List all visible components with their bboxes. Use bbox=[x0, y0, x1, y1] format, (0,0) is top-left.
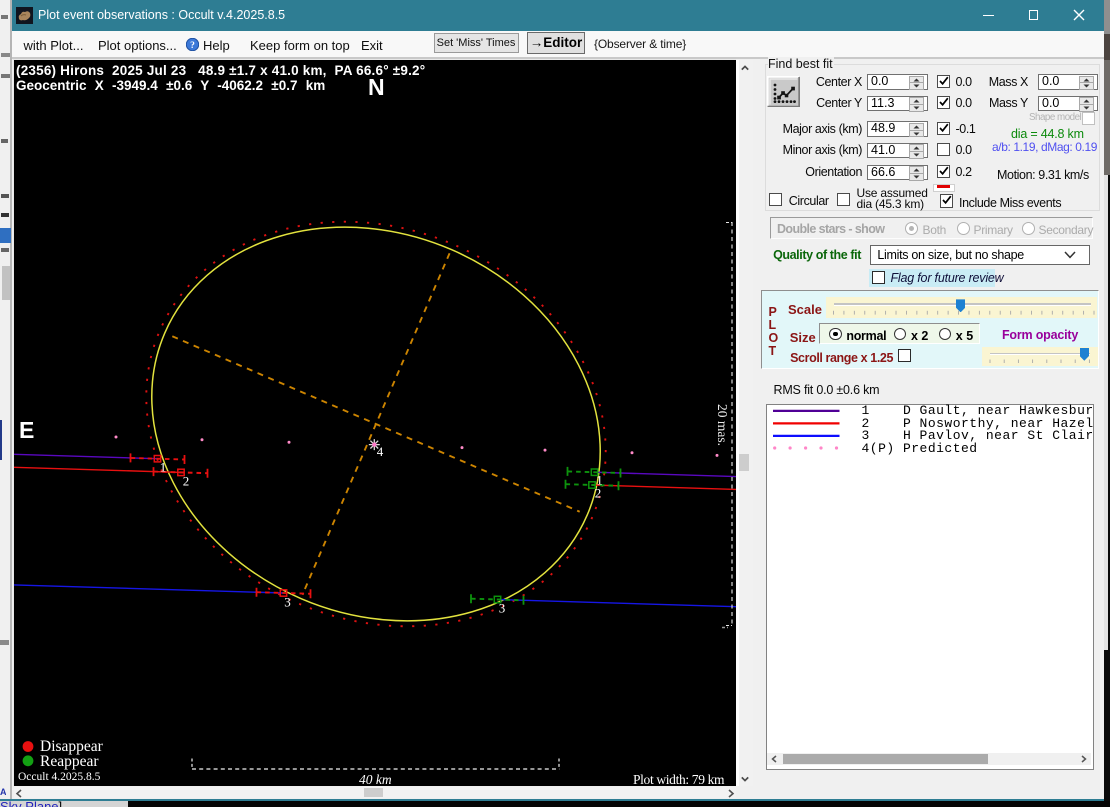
svg-text:4: 4 bbox=[377, 444, 384, 459]
svg-text:2: 2 bbox=[183, 473, 190, 488]
svg-text:1: 1 bbox=[160, 460, 167, 475]
svg-text:20 mas.: 20 mas. bbox=[715, 404, 730, 446]
svg-text:2: 2 bbox=[595, 485, 602, 500]
svg-text:3: 3 bbox=[284, 594, 291, 609]
svg-text:3: 3 bbox=[499, 600, 506, 615]
